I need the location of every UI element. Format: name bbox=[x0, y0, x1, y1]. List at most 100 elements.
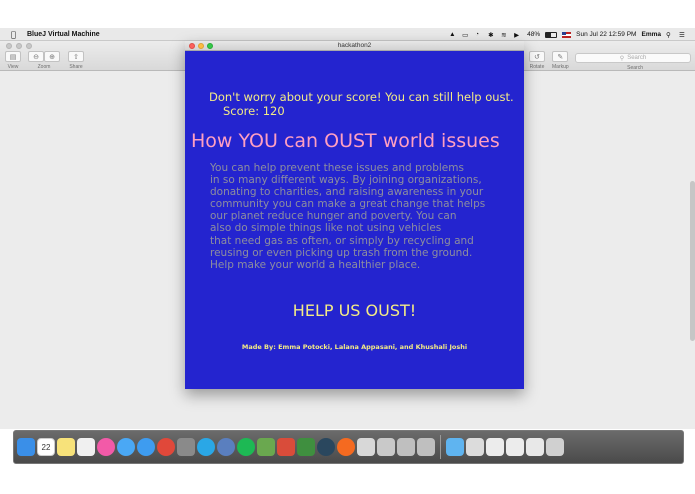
clock[interactable]: Sun Jul 22 12:59 PM bbox=[576, 31, 636, 38]
steam-icon[interactable] bbox=[317, 438, 335, 456]
system-preferences-icon[interactable] bbox=[177, 438, 195, 456]
rotate-button[interactable]: ↺ bbox=[529, 51, 545, 62]
zoom-window-button[interactable] bbox=[26, 43, 32, 49]
menu-bar:  BlueJ Virtual Machine ▲ ▭ ◔ ✱ ≋ ▶ 48% … bbox=[0, 28, 695, 41]
input-source-flag-icon[interactable] bbox=[562, 31, 572, 38]
mail-icon[interactable] bbox=[526, 438, 544, 456]
paragraph-line: also do simple things like not using veh… bbox=[210, 222, 442, 235]
folder-icon[interactable] bbox=[446, 438, 464, 456]
bluetooth-icon[interactable]: ✱ bbox=[488, 31, 496, 39]
zoom-out-icon: ⊖ bbox=[33, 53, 39, 61]
battery-percent: 48% bbox=[527, 31, 541, 38]
markup-label: Markup bbox=[552, 64, 569, 70]
share-label: Share bbox=[69, 64, 83, 70]
window-title: hackathon2 bbox=[337, 42, 372, 49]
zoom-in-icon: ⊕ bbox=[49, 53, 55, 61]
share-control: ⇧ Share bbox=[68, 51, 84, 70]
window-controls bbox=[189, 43, 213, 49]
info-paragraph: You can help prevent these issues and pr… bbox=[210, 162, 512, 271]
sketchup-icon[interactable] bbox=[277, 438, 295, 456]
search-icon: ⚲ bbox=[619, 55, 625, 62]
view-control: ▤ View bbox=[5, 51, 21, 70]
app-menu-name[interactable]: BlueJ Virtual Machine bbox=[27, 31, 100, 38]
spotlight-icon[interactable]: ⚲ bbox=[666, 31, 674, 39]
screenshot-icon[interactable] bbox=[466, 438, 484, 456]
minecraft-icon[interactable] bbox=[257, 438, 275, 456]
skype-icon[interactable] bbox=[197, 438, 215, 456]
dock-documents bbox=[446, 438, 564, 456]
sidebar-icon: ▤ bbox=[9, 53, 17, 61]
paragraph-line: that need gas as often, or simply by rec… bbox=[210, 234, 474, 247]
search-input[interactable]: ⚲ Search bbox=[575, 53, 691, 63]
airplay-icon[interactable]: ▭ bbox=[462, 31, 470, 39]
origin-icon[interactable] bbox=[337, 438, 355, 456]
minimize-button[interactable] bbox=[16, 43, 22, 49]
battery-icon[interactable] bbox=[545, 31, 558, 38]
messages-icon[interactable] bbox=[117, 438, 135, 456]
paragraph-line: in so many different ways. By joining or… bbox=[210, 174, 482, 187]
trash-icon[interactable] bbox=[546, 438, 564, 456]
app-window2-icon[interactable] bbox=[417, 438, 435, 456]
zoom-in-button[interactable]: ⊕ bbox=[44, 51, 60, 62]
volume-icon[interactable]: ▶ bbox=[514, 31, 522, 39]
bluej-icon[interactable] bbox=[357, 438, 375, 456]
zoom-buttons: ⊖ ⊕ bbox=[28, 51, 60, 62]
apple-menu-icon[interactable]:  bbox=[11, 30, 19, 39]
paragraph-line: our planet reduce hunger and poverty. Yo… bbox=[210, 210, 457, 223]
markup-control: ✎ Markup bbox=[552, 51, 569, 70]
notes-icon[interactable] bbox=[57, 438, 75, 456]
minimize-window-button[interactable] bbox=[198, 43, 204, 49]
preview-icon[interactable] bbox=[377, 438, 395, 456]
rotate-label: Rotate bbox=[529, 64, 545, 70]
wifi-icon[interactable]: ≋ bbox=[501, 31, 509, 39]
maximize-window-button[interactable] bbox=[207, 43, 213, 49]
document-stack-icon[interactable] bbox=[486, 438, 504, 456]
rotate-icon: ↺ bbox=[534, 53, 540, 61]
paragraph-line: community you can make a great change th… bbox=[210, 198, 486, 211]
calendar-day: 22 bbox=[41, 443, 51, 452]
close-button[interactable] bbox=[6, 43, 12, 49]
paragraph-line: You can help prevent these issues and pr… bbox=[210, 162, 464, 174]
close-window-button[interactable] bbox=[189, 43, 195, 49]
app-window-icon[interactable] bbox=[397, 438, 415, 456]
quicktime-icon[interactable] bbox=[217, 438, 235, 456]
status-area: ▲ ▭ ◔ ✱ ≋ ▶ 48% Sun Jul 22 12:59 PM Emma… bbox=[449, 28, 687, 41]
chrome-icon[interactable] bbox=[157, 438, 175, 456]
notification-center-icon[interactable]: ☰ bbox=[679, 31, 687, 39]
calendar-icon[interactable]: 22 bbox=[37, 438, 55, 456]
markup-button[interactable]: ✎ bbox=[552, 51, 569, 62]
time-machine-icon[interactable]: ◔ bbox=[475, 31, 483, 38]
paragraph-line: Help make your world a healthier place. bbox=[210, 258, 421, 271]
spotify-icon[interactable] bbox=[237, 438, 255, 456]
safari-icon[interactable] bbox=[137, 438, 155, 456]
user-name[interactable]: Emma bbox=[641, 31, 661, 38]
document-icon[interactable] bbox=[77, 438, 95, 456]
credits-text: Made By: Emma Potocki, Lalana Appasani, … bbox=[241, 343, 468, 351]
preview-window-controls bbox=[6, 43, 32, 49]
score-text: Score: 120 bbox=[223, 104, 285, 118]
screen:  BlueJ Virtual Machine ▲ ▭ ◔ ✱ ≋ ▶ 48% … bbox=[0, 0, 695, 494]
vertical-scrollbar[interactable] bbox=[690, 181, 695, 341]
dock-separator bbox=[440, 435, 441, 459]
view-button[interactable]: ▤ bbox=[5, 51, 21, 62]
zoom-label: Zoom bbox=[37, 64, 51, 70]
search-placeholder: Search bbox=[627, 55, 647, 61]
headline: How YOU can OUST world issues bbox=[191, 130, 500, 152]
hackathon-title-bar[interactable]: hackathon2 bbox=[185, 41, 524, 51]
view-label: View bbox=[7, 64, 19, 70]
paragraph-line: reusing or even picking up trash from th… bbox=[210, 246, 473, 259]
document-stack2-icon[interactable] bbox=[506, 438, 524, 456]
java-icon[interactable] bbox=[297, 438, 315, 456]
finder-icon[interactable] bbox=[17, 438, 35, 456]
game-canvas: Don't worry about your score! You can st… bbox=[185, 51, 524, 389]
help-us-oust-text: HELP US OUST! bbox=[292, 301, 417, 320]
itunes-icon[interactable] bbox=[97, 438, 115, 456]
hackathon-window: hackathon2 Don't worry about your score!… bbox=[185, 41, 524, 389]
rotate-control: ↺ Rotate bbox=[529, 51, 545, 70]
share-button[interactable]: ⇧ bbox=[68, 51, 84, 62]
paragraph-line: donating to charities, and raising aware… bbox=[210, 186, 484, 199]
zoom-out-button[interactable]: ⊖ bbox=[28, 51, 44, 62]
menu-extra-icon[interactable]: ▲ bbox=[449, 31, 457, 38]
dock-apps: 22 bbox=[17, 438, 435, 456]
share-icon: ⇧ bbox=[73, 53, 79, 61]
